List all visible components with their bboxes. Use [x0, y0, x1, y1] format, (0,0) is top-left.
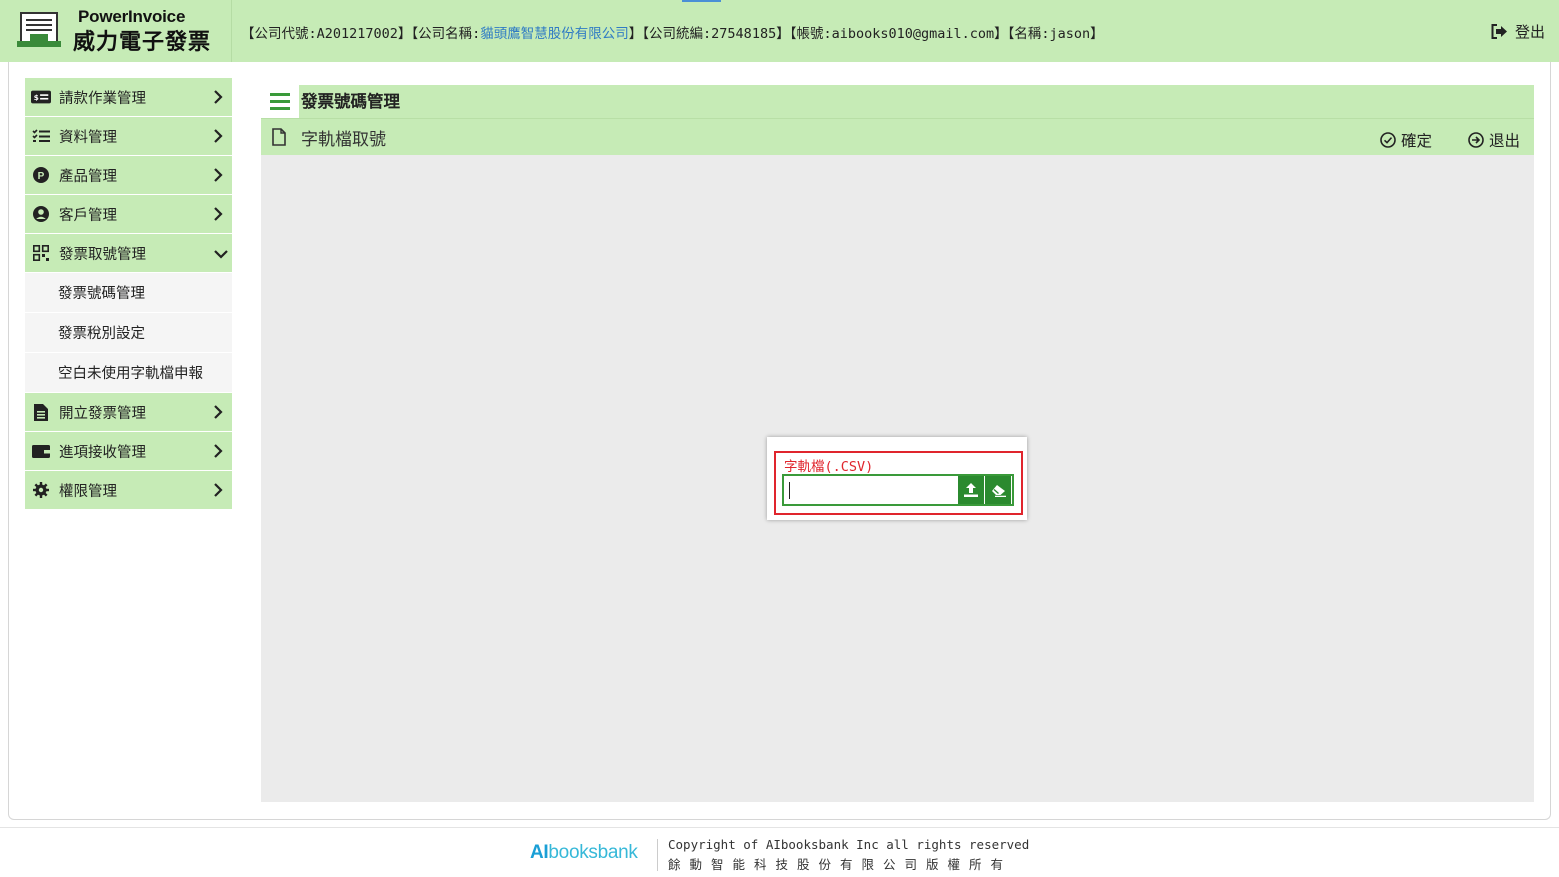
user-circle-icon [31, 204, 51, 224]
chevron-down-icon [214, 250, 228, 259]
sidebar-subitem-invoice-number-management[interactable]: 發票號碼管理 [25, 273, 232, 313]
file-outline-icon [272, 128, 286, 146]
sidebar-item-billing[interactable]: $ 請款作業管理 [25, 78, 232, 117]
page-subtitle-bar: 字軌檔取號 確定 退出 [261, 118, 1534, 155]
invoice-card-icon: $ [31, 87, 51, 107]
wallet-icon [31, 441, 51, 461]
exit-label: 退出 [1489, 132, 1521, 150]
chevron-right-icon [214, 444, 223, 458]
sidebar-item-invoice-numbering[interactable]: 發票取號管理 [25, 234, 232, 273]
sidebar-subitem-tax-settings[interactable]: 發票稅別設定 [25, 313, 232, 353]
page-title: 發票號碼管理 [301, 92, 400, 111]
upload-button[interactable] [958, 476, 984, 504]
page-title-bar: 發票號碼管理 [261, 85, 1534, 118]
company-name-link[interactable]: 貓頭鷹智慧股份有限公司 [480, 26, 629, 42]
top-header: PowerInvoice 威力電子發票 【公司代號:A201217002】【公司… [0, 0, 1559, 62]
sidebar-item-incoming-receipt[interactable]: 進項接收管理 [25, 432, 232, 471]
text-caret [789, 482, 790, 499]
clear-button[interactable] [985, 476, 1011, 504]
chevron-right-icon [214, 405, 223, 419]
csv-file-label: 字軌檔(.CSV) [784, 459, 874, 475]
sidebar-item-label: 開立發票管理 [59, 405, 146, 422]
sidebar-item-label: 客戶管理 [59, 207, 117, 224]
confirm-button[interactable]: 確定 [1380, 129, 1432, 151]
csv-file-input[interactable] [784, 476, 957, 504]
sidebar-item-label: 權限管理 [59, 483, 117, 500]
sidebar-item-label: 產品管理 [59, 168, 117, 185]
upload-field-group: 字軌檔(.CSV) [774, 451, 1023, 515]
sidebar-subitem-blank-track-report[interactable]: 空白未使用字軌檔申報 [25, 353, 232, 393]
account-info: 【公司代號:A201217002】【公司名稱:貓頭鷹智慧股份有限公司】【公司統編… [241, 22, 1104, 42]
chevron-right-icon [214, 207, 223, 221]
page-subtitle: 字軌檔取號 [301, 130, 386, 150]
exit-button[interactable]: 退出 [1468, 129, 1520, 151]
sidebar-item-issue-invoices[interactable]: 開立發票管理 [25, 393, 232, 432]
upload-dialog: 字軌檔(.CSV) [767, 437, 1027, 520]
file-input-group [782, 474, 1014, 506]
account-info-suffix: 】【公司統編:27548185】【帳號:aibooks010@gmail.com… [628, 26, 1104, 42]
copyright-text: Copyright of AIbooksbank Inc all rights … [668, 837, 1030, 852]
logout-label: 登出 [1514, 23, 1545, 41]
sidebar-item-label: 資料管理 [59, 129, 117, 146]
check-circle-icon [1380, 132, 1396, 148]
hamburger-icon [270, 93, 290, 110]
sign-out-icon [1491, 24, 1507, 39]
sidebar-item-products[interactable]: P 產品管理 [25, 156, 232, 195]
sidebar-item-label: 請款作業管理 [59, 90, 146, 107]
sidebar-item-permissions[interactable]: 權限管理 [25, 471, 232, 510]
tab-indicator [682, 0, 721, 2]
chevron-right-icon [214, 483, 223, 497]
sidebar-nav: $ 請款作業管理 資料管理 P 產品管理 客戶管理 發票取號管理 發票號碼管理 … [25, 78, 232, 510]
qr-grid-icon [31, 243, 51, 263]
list-icon [31, 126, 51, 146]
footer-divider [657, 839, 658, 871]
product-p-icon: P [31, 165, 51, 185]
sidebar-item-customers[interactable]: 客戶管理 [25, 195, 232, 234]
invoice-logo-icon [17, 12, 61, 47]
menu-toggle-button[interactable] [261, 85, 299, 118]
svg-text:$: $ [34, 93, 39, 102]
footer-logo-ai: AI [530, 842, 549, 863]
footer: AIbooksbank Copyright of AIbooksbank Inc… [0, 827, 1559, 877]
confirm-label: 確定 [1401, 132, 1433, 150]
document-icon [31, 402, 51, 422]
sidebar-item-label: 發票取號管理 [59, 246, 146, 263]
logout-button[interactable]: 登出 [1491, 21, 1545, 42]
chevron-right-icon [214, 129, 223, 143]
chevron-right-icon [214, 90, 223, 104]
svg-text:P: P [38, 171, 45, 182]
eraser-icon [991, 484, 1006, 497]
arrow-circle-right-icon [1468, 132, 1484, 148]
sidebar-item-label: 進項接收管理 [59, 444, 146, 461]
footer-logo: AIbooksbank [530, 842, 638, 864]
logo-chinese-text: 威力電子發票 [73, 30, 212, 55]
copyright-text-zh: 餘動智能科技股份有限公司版權所有 [668, 857, 1013, 872]
gear-icon [31, 480, 51, 500]
footer-logo-rest: booksbank [548, 842, 638, 863]
sidebar-item-data[interactable]: 資料管理 [25, 117, 232, 156]
upload-icon [964, 483, 978, 497]
chevron-right-icon [214, 168, 223, 182]
app-logo[interactable]: PowerInvoice 威力電子發票 [0, 0, 232, 62]
account-info-prefix: 【公司代號:A201217002】【公司名稱: [241, 26, 481, 42]
